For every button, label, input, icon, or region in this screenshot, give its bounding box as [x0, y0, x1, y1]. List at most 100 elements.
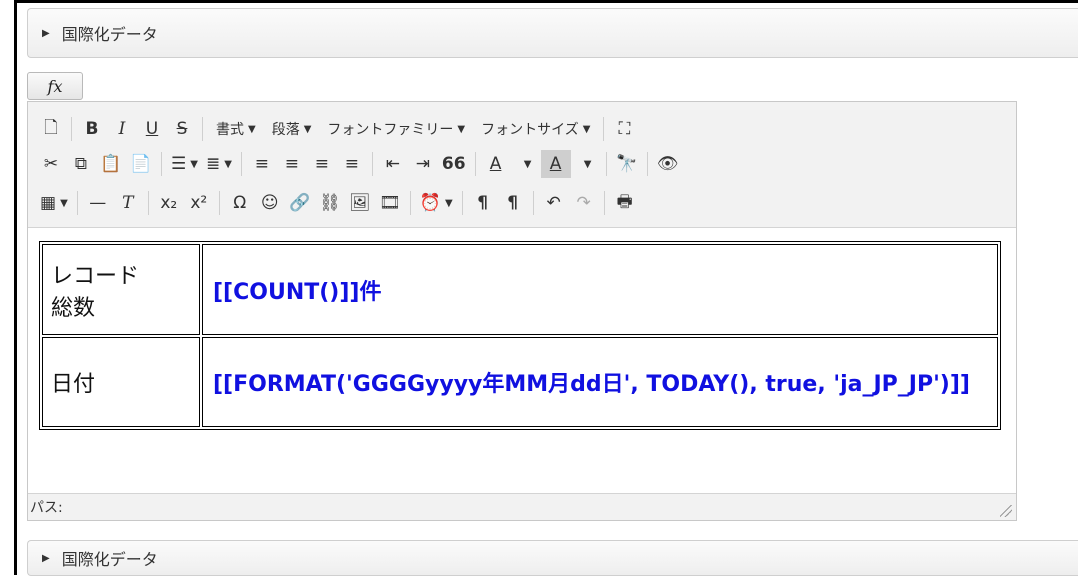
chevron-down-icon: ▼ [457, 123, 466, 135]
section-title: 国際化データ [61, 25, 158, 44]
outer-frame-top [14, 0, 1078, 3]
image-icon[interactable]: 🖼 [345, 189, 375, 217]
outer-frame-left [14, 0, 17, 575]
paste-text-icon[interactable]: 📄 [126, 150, 156, 178]
link-icon[interactable]: 🔗 [285, 189, 315, 217]
special-character-button[interactable]: Ω [225, 189, 255, 217]
i18n-data-section-header[interactable]: ▶ 国際化データ [27, 540, 1078, 576]
text-color-button[interactable]: A [481, 150, 511, 178]
bullet-list-icon[interactable]: ☰ ▼ [167, 150, 202, 178]
superscript-icon[interactable]: x² [184, 189, 214, 217]
blockquote-button[interactable]: 66 [438, 150, 470, 178]
chevron-down-icon: ▼ [444, 197, 453, 209]
rich-text-editor: 🗋 B I U S 書式 ▼ 段落 ▼ フォントファミリー ▼ フォントサイズ ▼ ⛶ … [27, 101, 1017, 521]
unlink-icon[interactable]: ⛓ [315, 189, 345, 217]
align-right-icon[interactable]: ≡ [307, 150, 337, 178]
new-document-icon[interactable]: 🗋 [36, 115, 66, 143]
toolbar-separator [605, 152, 607, 176]
toolbar-separator [218, 191, 220, 215]
toolbar-separator [409, 191, 411, 215]
find-replace-icon[interactable]: 🔭 [612, 150, 642, 178]
emoticon-icon[interactable]: ☺ [255, 189, 285, 217]
toolbar-separator [371, 152, 373, 176]
chevron-down-icon: ▼ [583, 158, 592, 170]
content-table: レコード 総数 [[COUNT()]]件 日付 [[FORMAT('GGGGyy… [39, 241, 1001, 430]
italic-button[interactable]: I [107, 115, 137, 143]
chevron-down-icon: ▼ [303, 123, 312, 135]
chevron-down-icon[interactable]: ▼ [511, 150, 541, 178]
chevron-down-icon: ▼ [248, 123, 256, 135]
editor-statusbar: パス: [28, 493, 1016, 520]
date-label: 日付 [51, 372, 96, 397]
chevron-down-icon: ▼ [190, 158, 198, 170]
media-icon[interactable]: 🎞 [375, 189, 405, 217]
preview-eye-icon[interactable]: 👁 [653, 150, 683, 178]
table-row: 日付 [[FORMAT('GGGGyyyy年MM月dd日', TODAY(), … [42, 337, 998, 427]
fullscreen-icon[interactable]: ⛶ [609, 115, 639, 143]
path-label: パス: [30, 500, 63, 516]
underline-button[interactable]: U [137, 115, 167, 143]
outdent-icon[interactable]: ⇤ [378, 150, 408, 178]
indent-icon[interactable]: ⇥ [408, 150, 438, 178]
expand-triangle-icon: ▶ [42, 27, 50, 39]
toolbar-row-1: 🗋 B I U S 書式 ▼ 段落 ▼ フォントファミリー ▼ フォントサイズ ▼ ⛶ [36, 112, 639, 146]
chevron-down-icon: ▼ [523, 158, 532, 170]
table-cell-label[interactable]: 日付 [42, 337, 200, 427]
font-family-dropdown[interactable]: フォントファミリー ▼ [319, 115, 473, 143]
toolbar-separator [240, 152, 242, 176]
record-count-label: レコード 総数 [51, 263, 140, 321]
chevron-down-icon: ▼ [582, 123, 591, 135]
chevron-down-icon: ▼ [224, 158, 232, 170]
redo-icon[interactable]: ↷ [569, 189, 599, 217]
font-size-dropdown-label: フォントサイズ [481, 122, 579, 138]
toolbar-separator [646, 152, 648, 176]
chevron-down-icon: ▼ [60, 197, 68, 209]
background-color-button[interactable]: A [540, 150, 571, 178]
toolbar-separator [202, 117, 203, 141]
paragraph-dropdown[interactable]: 段落 ▼ [264, 115, 320, 143]
editor-content-area[interactable]: レコード 総数 [[COUNT()]]件 日付 [[FORMAT('GGGGyy… [28, 228, 1016, 493]
toolbar-separator [161, 152, 162, 176]
subscript-icon[interactable]: x₂ [154, 189, 184, 217]
rtl-direction-button[interactable]: ¶ [498, 189, 528, 217]
format-dropdown-label: 書式 [216, 122, 244, 138]
record-count-formula: [[COUNT()]]件 [213, 279, 382, 305]
insert-time-icon[interactable]: ⏰ ▼ [416, 189, 457, 217]
table-cell-label[interactable]: レコード 総数 [42, 244, 200, 335]
align-justify-icon[interactable]: ≡ [337, 150, 367, 178]
toolbar-row-3: ▦ ▼ — T x₂ x² Ω ☺ 🔗 ⛓ 🖼 🎞 ⏰ ▼ ¶ ¶ ↶ ↷ 🖶 [36, 186, 640, 220]
clear-formatting-icon[interactable]: T [113, 189, 143, 217]
paste-icon[interactable]: 📋 [96, 150, 126, 178]
table-row: レコード 総数 [[COUNT()]]件 [42, 244, 998, 335]
table-cell-value[interactable]: [[COUNT()]]件 [202, 244, 998, 335]
undo-icon[interactable]: ↶ [539, 189, 569, 217]
table-cell-value[interactable]: [[FORMAT('GGGGyyyy年MM月dd日', TODAY(), tru… [202, 337, 998, 427]
table-icon[interactable]: ▦ ▼ [36, 189, 72, 217]
strikethrough-button[interactable]: S [167, 115, 197, 143]
paragraph-dropdown-label: 段落 [271, 122, 300, 138]
toolbar-separator [71, 117, 72, 141]
print-icon[interactable]: 🖶 [610, 189, 640, 217]
horizontal-rule-icon[interactable]: — [83, 189, 113, 217]
format-dropdown[interactable]: 書式 ▼ [208, 115, 264, 143]
ltr-direction-button[interactable]: ¶ [468, 189, 498, 217]
toolbar-separator [603, 117, 605, 141]
numbered-list-icon[interactable]: ≣ ▼ [202, 150, 236, 178]
toolbar-separator [474, 152, 476, 176]
toolbar-separator [461, 191, 463, 215]
font-size-dropdown[interactable]: フォントサイズ ▼ [473, 115, 598, 143]
align-center-icon[interactable]: ≡ [277, 150, 307, 178]
expand-triangle-icon: ▶ [42, 552, 50, 564]
align-left-icon[interactable]: ≡ [247, 150, 277, 178]
fx-function-button[interactable]: fx [27, 72, 83, 100]
toolbar-separator [532, 191, 534, 215]
copy-icon[interactable]: ⧉ [66, 150, 96, 178]
font-family-dropdown-label: フォントファミリー [327, 122, 454, 138]
i18n-data-section-header[interactable]: ▶ 国際化データ [27, 8, 1078, 58]
section-title: 国際化データ [61, 550, 158, 569]
chevron-down-icon[interactable]: ▼ [571, 150, 601, 178]
resize-handle-icon[interactable] [1000, 505, 1012, 517]
cut-icon[interactable]: ✂ [36, 150, 66, 178]
date-format-formula: [[FORMAT('GGGGyyyy年MM月dd日', TODAY(), tru… [213, 372, 970, 397]
bold-button[interactable]: B [77, 115, 107, 143]
